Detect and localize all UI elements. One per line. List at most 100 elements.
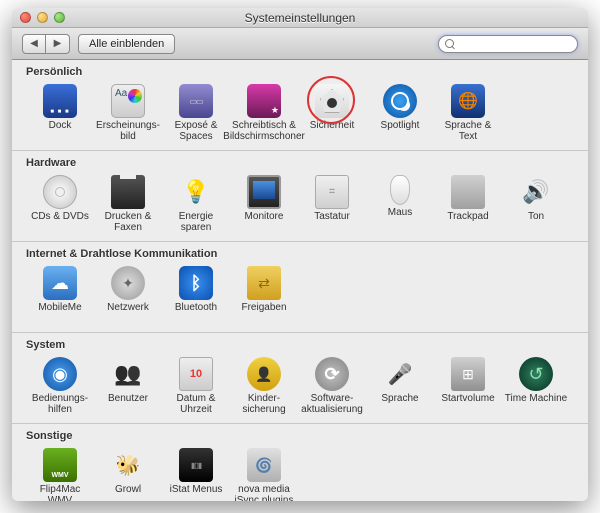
- pref-item-timemachine[interactable]: Time Machine: [502, 355, 570, 417]
- appearance-icon: [111, 84, 145, 118]
- growl-icon: [111, 448, 145, 482]
- pref-item-label: Exposé & Spaces: [175, 120, 218, 142]
- pref-item-label: Ton: [528, 211, 544, 233]
- pref-item-label: Flip4Mac WMV: [40, 484, 81, 501]
- nav-segment: ◀ ▶: [22, 34, 70, 54]
- pref-item-speech[interactable]: Sprache: [366, 355, 434, 417]
- swupdate-icon: [315, 357, 349, 391]
- istat-icon: [179, 448, 213, 482]
- pref-item-label: Schreibtisch & Bildschirmschoner: [223, 120, 305, 142]
- search-field[interactable]: [438, 35, 578, 53]
- pref-item-label: Datum & Uhrzeit: [177, 393, 216, 415]
- pref-item-label: Sprache: [381, 393, 418, 415]
- pref-item-language[interactable]: Sprache & Text: [434, 82, 502, 144]
- pref-item-bluetooth[interactable]: Bluetooth: [162, 264, 230, 326]
- pref-item-label: Bedienungs- hilfen: [32, 393, 88, 415]
- ua-icon: [43, 357, 77, 391]
- pref-item-keyboard[interactable]: Tastatur: [298, 173, 366, 235]
- toolbar: ◀ ▶ Alle einblenden: [12, 28, 588, 60]
- pref-item-appearance[interactable]: Erscheinungs- bild: [94, 82, 162, 144]
- section-3: SystemBedienungs- hilfenBenutzerDatum & …: [12, 333, 588, 424]
- pref-item-label: Dock: [49, 120, 72, 142]
- displays-icon: [247, 175, 281, 209]
- pref-item-desktop[interactable]: Schreibtisch & Bildschirmschoner: [230, 82, 298, 144]
- pref-item-ua[interactable]: Bedienungs- hilfen: [26, 355, 94, 417]
- section-title: Hardware: [26, 155, 574, 173]
- section-grid: CDs & DVDs Drucken & Faxen Energie sparen M…: [26, 173, 574, 235]
- expose-icon: [179, 84, 213, 118]
- discs-icon: [43, 175, 77, 209]
- section-grid: Flip4Mac WMV Growl iStat Menus nova media i…: [26, 446, 574, 501]
- pref-item-label: Bluetooth: [175, 302, 217, 324]
- window: Systemeinstellungen ◀ ▶ Alle einblenden …: [12, 8, 588, 501]
- window-title: Systemeinstellungen: [12, 11, 588, 25]
- section-grid: DockErscheinungs- bildExposé & SpacesSch…: [26, 82, 574, 144]
- mobileme-icon: [43, 266, 77, 300]
- pref-item-displays[interactable]: Monitore: [230, 173, 298, 235]
- desktop-icon: [247, 84, 281, 118]
- pref-item-label: Tastatur: [314, 211, 350, 233]
- timemachine-icon: [519, 357, 553, 391]
- pref-item-dock[interactable]: Dock: [26, 82, 94, 144]
- pref-item-spotlight[interactable]: Spotlight: [366, 82, 434, 144]
- pref-item-label: Spotlight: [381, 120, 420, 142]
- startup-icon: [451, 357, 485, 391]
- pref-item-label: nova media iSync plugins: [235, 484, 294, 501]
- pref-item-label: Startvolume: [441, 393, 494, 415]
- pref-item-label: Kinder- sicherung: [242, 393, 285, 415]
- pref-item-datetime[interactable]: Datum & Uhrzeit: [162, 355, 230, 417]
- pref-item-label: iStat Menus: [170, 484, 223, 501]
- pref-item-expose[interactable]: Exposé & Spaces: [162, 82, 230, 144]
- highlight-ring: [307, 76, 355, 124]
- titlebar[interactable]: Systemeinstellungen: [12, 8, 588, 28]
- pref-item-label: Monitore: [245, 211, 284, 233]
- pref-item-label: CDs & DVDs: [31, 211, 89, 233]
- pref-item-label: Benutzer: [108, 393, 148, 415]
- forward-button[interactable]: ▶: [46, 34, 70, 54]
- pref-item-startup[interactable]: Startvolume: [434, 355, 502, 417]
- pref-item-parental[interactable]: Kinder- sicherung: [230, 355, 298, 417]
- pref-item-label: Energie sparen: [179, 211, 213, 233]
- pref-item-swupdate[interactable]: Software- aktualisierung: [298, 355, 366, 417]
- section-1: Hardware CDs & DVDs Drucken & Faxen Energie…: [12, 151, 588, 242]
- show-all-button[interactable]: Alle einblenden: [78, 34, 175, 54]
- pref-item-label: Trackpad: [447, 211, 488, 233]
- pref-item-istat[interactable]: iStat Menus: [162, 446, 230, 501]
- pref-item-mouse[interactable]: Maus: [366, 173, 434, 235]
- section-grid: Bedienungs- hilfen Benutzer Datum & Uhrzei…: [26, 355, 574, 417]
- keyboard-icon: [315, 175, 349, 209]
- search-input[interactable]: [458, 38, 571, 50]
- pref-item-discs[interactable]: CDs & DVDs: [26, 173, 94, 235]
- pref-item-label: Software- aktualisierung: [301, 393, 363, 415]
- mouse-icon: [390, 175, 410, 205]
- pref-item-security[interactable]: Sicherheit: [298, 82, 366, 144]
- pref-item-sharing[interactable]: Freigaben: [230, 264, 298, 326]
- pref-item-trackpad[interactable]: Trackpad: [434, 173, 502, 235]
- section-title: Sonstige: [26, 428, 574, 446]
- parental-icon: [247, 357, 281, 391]
- pref-item-flip4mac[interactable]: Flip4Mac WMV: [26, 446, 94, 501]
- section-title: Internet & Drahtlose Kommunikation: [26, 246, 574, 264]
- security-icon: [315, 84, 349, 118]
- search-icon: [445, 39, 454, 49]
- datetime-icon: [179, 357, 213, 391]
- trackpad-icon: [451, 175, 485, 209]
- pref-item-sound[interactable]: Ton: [502, 173, 570, 235]
- pref-item-label: Drucken & Faxen: [105, 211, 152, 233]
- pref-item-label: Freigaben: [241, 302, 286, 324]
- pref-item-label: Growl: [115, 484, 141, 501]
- flip4mac-icon: [43, 448, 77, 482]
- pref-item-growl[interactable]: Growl: [94, 446, 162, 501]
- section-4: Sonstige Flip4Mac WMV Growl iStat Menus nova…: [12, 424, 588, 501]
- pref-item-accounts[interactable]: Benutzer: [94, 355, 162, 417]
- pref-item-network[interactable]: Netzwerk: [94, 264, 162, 326]
- pref-item-novamedia[interactable]: nova media iSync plugins: [230, 446, 298, 501]
- pref-item-energy[interactable]: Energie sparen: [162, 173, 230, 235]
- pref-item-label: MobileMe: [38, 302, 81, 324]
- spotlight-icon: [383, 84, 417, 118]
- sharing-icon: [247, 266, 281, 300]
- pref-item-mobileme[interactable]: MobileMe: [26, 264, 94, 326]
- speech-icon: [383, 357, 417, 391]
- back-button[interactable]: ◀: [22, 34, 46, 54]
- pref-item-print[interactable]: Drucken & Faxen: [94, 173, 162, 235]
